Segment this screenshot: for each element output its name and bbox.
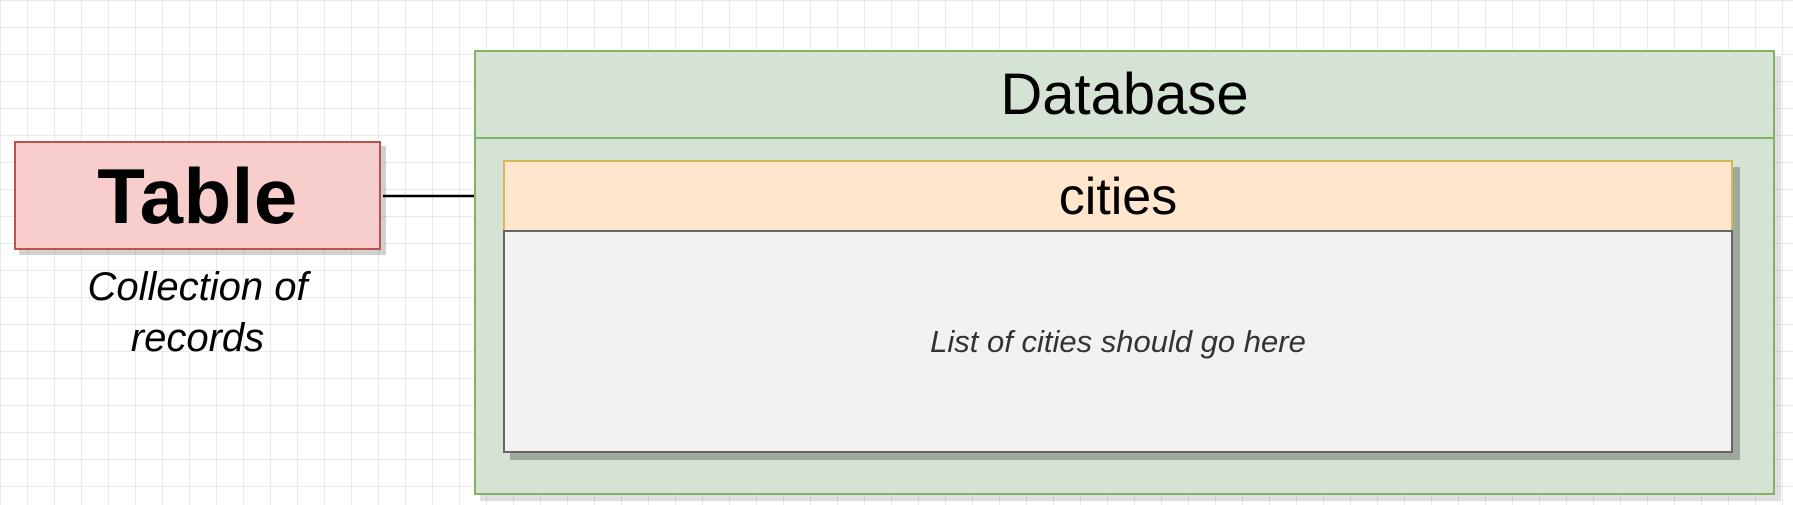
table-caption-line-2: records — [130, 316, 265, 360]
table-concept-caption: Collection of records — [14, 262, 381, 364]
database-header: Database — [476, 52, 1773, 139]
cities-table-name: cities — [1058, 167, 1178, 226]
table-caption-line-1: Collection of — [87, 265, 308, 309]
table-concept-label: Table — [97, 151, 298, 240]
diagram-canvas: Table Collection of records Database cit… — [0, 0, 1793, 505]
table-concept-box[interactable]: Table — [14, 141, 381, 250]
cities-table-header: cities — [503, 160, 1733, 231]
database-title: Database — [1000, 61, 1249, 127]
cities-table-body: List of cities should go here — [503, 230, 1733, 453]
cities-placeholder-text: List of cities should go here — [930, 323, 1306, 359]
cities-table[interactable]: cities List of cities should go here — [503, 160, 1733, 453]
